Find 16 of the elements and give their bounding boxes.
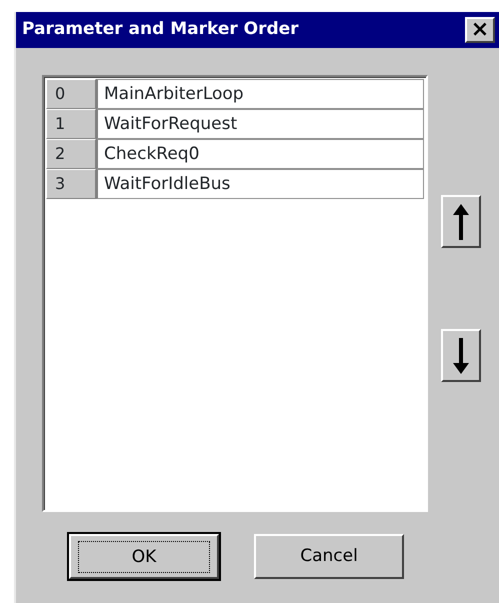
down-arrow-icon xyxy=(453,338,469,374)
list-item[interactable]: MainArbiterLoop xyxy=(96,79,424,109)
row-number: 2 xyxy=(46,139,96,169)
window-title: Parameter and Marker Order xyxy=(22,18,299,42)
up-arrow-icon xyxy=(453,204,469,240)
ok-button[interactable]: OK xyxy=(69,534,219,579)
list-item[interactable]: WaitForIdleBus xyxy=(96,169,424,199)
row-number: 1 xyxy=(46,109,96,139)
list-item[interactable]: CheckReq0 xyxy=(96,139,424,169)
move-up-button[interactable] xyxy=(441,195,481,248)
row-number: 3 xyxy=(46,169,96,199)
cancel-button[interactable]: Cancel xyxy=(254,534,404,579)
list-item[interactable]: WaitForRequest xyxy=(96,109,424,139)
close-button[interactable]: × xyxy=(465,17,495,43)
move-down-button[interactable] xyxy=(441,329,481,382)
row-number: 0 xyxy=(46,79,96,109)
